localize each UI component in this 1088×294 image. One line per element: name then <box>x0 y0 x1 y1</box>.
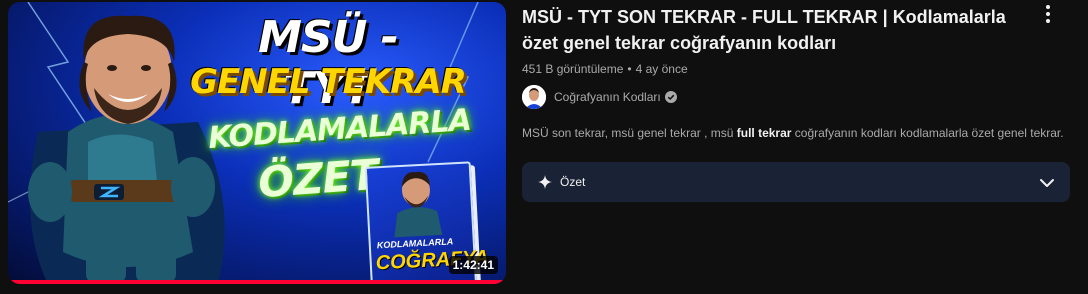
video-title[interactable]: MSÜ - TYT SON TEKRAR - FULL TEKRAR | Kod… <box>522 4 1042 56</box>
channel-avatar[interactable] <box>522 85 546 109</box>
separator-dot: • <box>627 62 632 76</box>
video-result-row: MSÜ - TYT GENEL TEKRAR KODLAMALARLA ÖZET… <box>0 0 1088 294</box>
channel-link[interactable]: Coğrafyanın Kodları <box>522 85 677 109</box>
video-thumbnail[interactable]: MSÜ - TYT GENEL TEKRAR KODLAMALARLA ÖZET… <box>8 2 506 284</box>
thumbnail-title-line-2: GENEL TEKRAR <box>190 62 467 102</box>
sparkle-icon <box>538 175 552 189</box>
verified-check-icon <box>664 91 677 103</box>
upload-age: 4 ay önce <box>635 62 688 76</box>
more-actions-button[interactable] <box>1036 2 1060 26</box>
watch-progress-fill <box>8 280 506 284</box>
watch-progress-track <box>8 280 506 284</box>
duration-badge: 1:42:41 <box>448 256 498 274</box>
view-count: 451 B görüntüleme <box>522 62 624 76</box>
description-text-end: coğrafyanın kodları kodlamalarla özet ge… <box>791 126 1064 140</box>
channel-avatar-image <box>522 85 546 109</box>
chevron-down-icon[interactable] <box>1038 174 1056 192</box>
more-vert-icon <box>1046 5 1050 23</box>
description-text-start: MSÜ son tekrar, msü genel tekrar , msü <box>522 126 737 140</box>
description-highlight: full tekrar <box>736 126 792 140</box>
channel-name[interactable]: Coğrafyanın Kodları <box>554 90 661 104</box>
book-cover-character <box>394 171 443 238</box>
summary-label: Özet <box>560 175 586 189</box>
video-meta: MSÜ - TYT SON TEKRAR - FULL TEKRAR | Kod… <box>522 4 1042 78</box>
description-snippet: MSÜ son tekrar, msü genel tekrar , msü f… <box>522 124 1082 142</box>
summary-expander[interactable]: Özet <box>522 162 1070 202</box>
metadata-line: 451 B görüntüleme • 4 ay önce <box>522 60 1042 78</box>
